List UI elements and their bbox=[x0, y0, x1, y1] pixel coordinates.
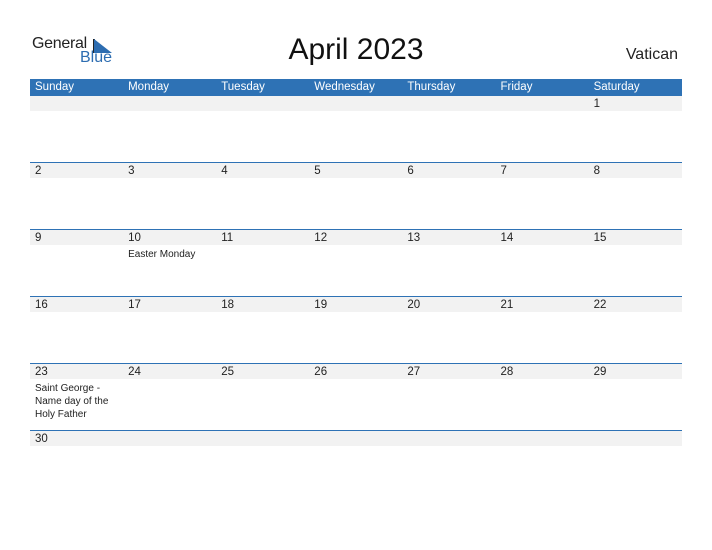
day-number: 28 bbox=[500, 366, 514, 378]
day-number: 18 bbox=[221, 299, 234, 311]
weekday-saturday: Saturday bbox=[593, 81, 640, 93]
day-number: 10 bbox=[128, 232, 141, 244]
day-number: 4 bbox=[221, 165, 228, 177]
day-number: 29 bbox=[593, 366, 607, 378]
day-number: 3 bbox=[128, 165, 135, 177]
weekday-header: Sunday Monday Tuesday Wednesday Thursday Frid… bbox=[30, 79, 682, 96]
week-row: 30 bbox=[30, 430, 682, 497]
day-number-band bbox=[30, 431, 682, 446]
week-row: 9 10 Easter Monday 11 12 13 14 15 bbox=[30, 229, 682, 296]
week-row: 2 3 4 5 6 7 8 bbox=[30, 162, 682, 229]
day-number: 25 bbox=[221, 366, 234, 378]
day-number: 16 bbox=[35, 299, 48, 311]
day-number: 2 bbox=[35, 165, 42, 177]
day-number: 6 bbox=[407, 165, 414, 177]
week-row: 23 Saint George - Name day of the Holy Fa… bbox=[30, 363, 682, 430]
week-row: 16 17 18 19 20 21 22 bbox=[30, 296, 682, 363]
day-number: 21 bbox=[500, 299, 514, 311]
week-row: 1 bbox=[30, 96, 682, 162]
weekday-tuesday: Tuesday bbox=[221, 81, 265, 93]
day-number: 20 bbox=[407, 299, 421, 311]
day-number: 8 bbox=[593, 165, 600, 177]
country-label: Vatican bbox=[625, 46, 678, 63]
day-number: 15 bbox=[593, 232, 607, 244]
day-number: 27 bbox=[407, 366, 421, 378]
day-number: 11 bbox=[221, 232, 234, 244]
day-number-band bbox=[30, 96, 682, 111]
day-number: 19 bbox=[314, 299, 328, 311]
day-number: 30 bbox=[35, 433, 48, 445]
day-number: 26 bbox=[314, 366, 328, 378]
weekday-friday: Friday bbox=[500, 81, 533, 93]
day-number: 12 bbox=[314, 232, 328, 244]
day-number: 22 bbox=[593, 299, 607, 311]
holiday-label: Saint George - Name day of the Holy Fath… bbox=[35, 383, 109, 420]
day-number: 24 bbox=[128, 366, 141, 378]
day-number: 14 bbox=[500, 232, 514, 244]
day-number: 1 bbox=[593, 98, 600, 110]
day-number: 13 bbox=[407, 232, 421, 244]
weekday-monday: Monday bbox=[128, 81, 170, 93]
weekday-sunday: Sunday bbox=[35, 81, 75, 93]
day-number: 7 bbox=[500, 165, 507, 177]
page-title: April 2023 bbox=[288, 33, 424, 66]
weekday-wednesday: Wednesday bbox=[314, 81, 375, 93]
holiday-label: Easter Monday bbox=[128, 249, 196, 260]
day-number: 9 bbox=[35, 232, 42, 244]
day-number: 17 bbox=[128, 299, 141, 311]
weekday-thursday: Thursday bbox=[407, 81, 456, 93]
day-number: 5 bbox=[314, 165, 321, 177]
day-number: 23 bbox=[35, 366, 48, 378]
